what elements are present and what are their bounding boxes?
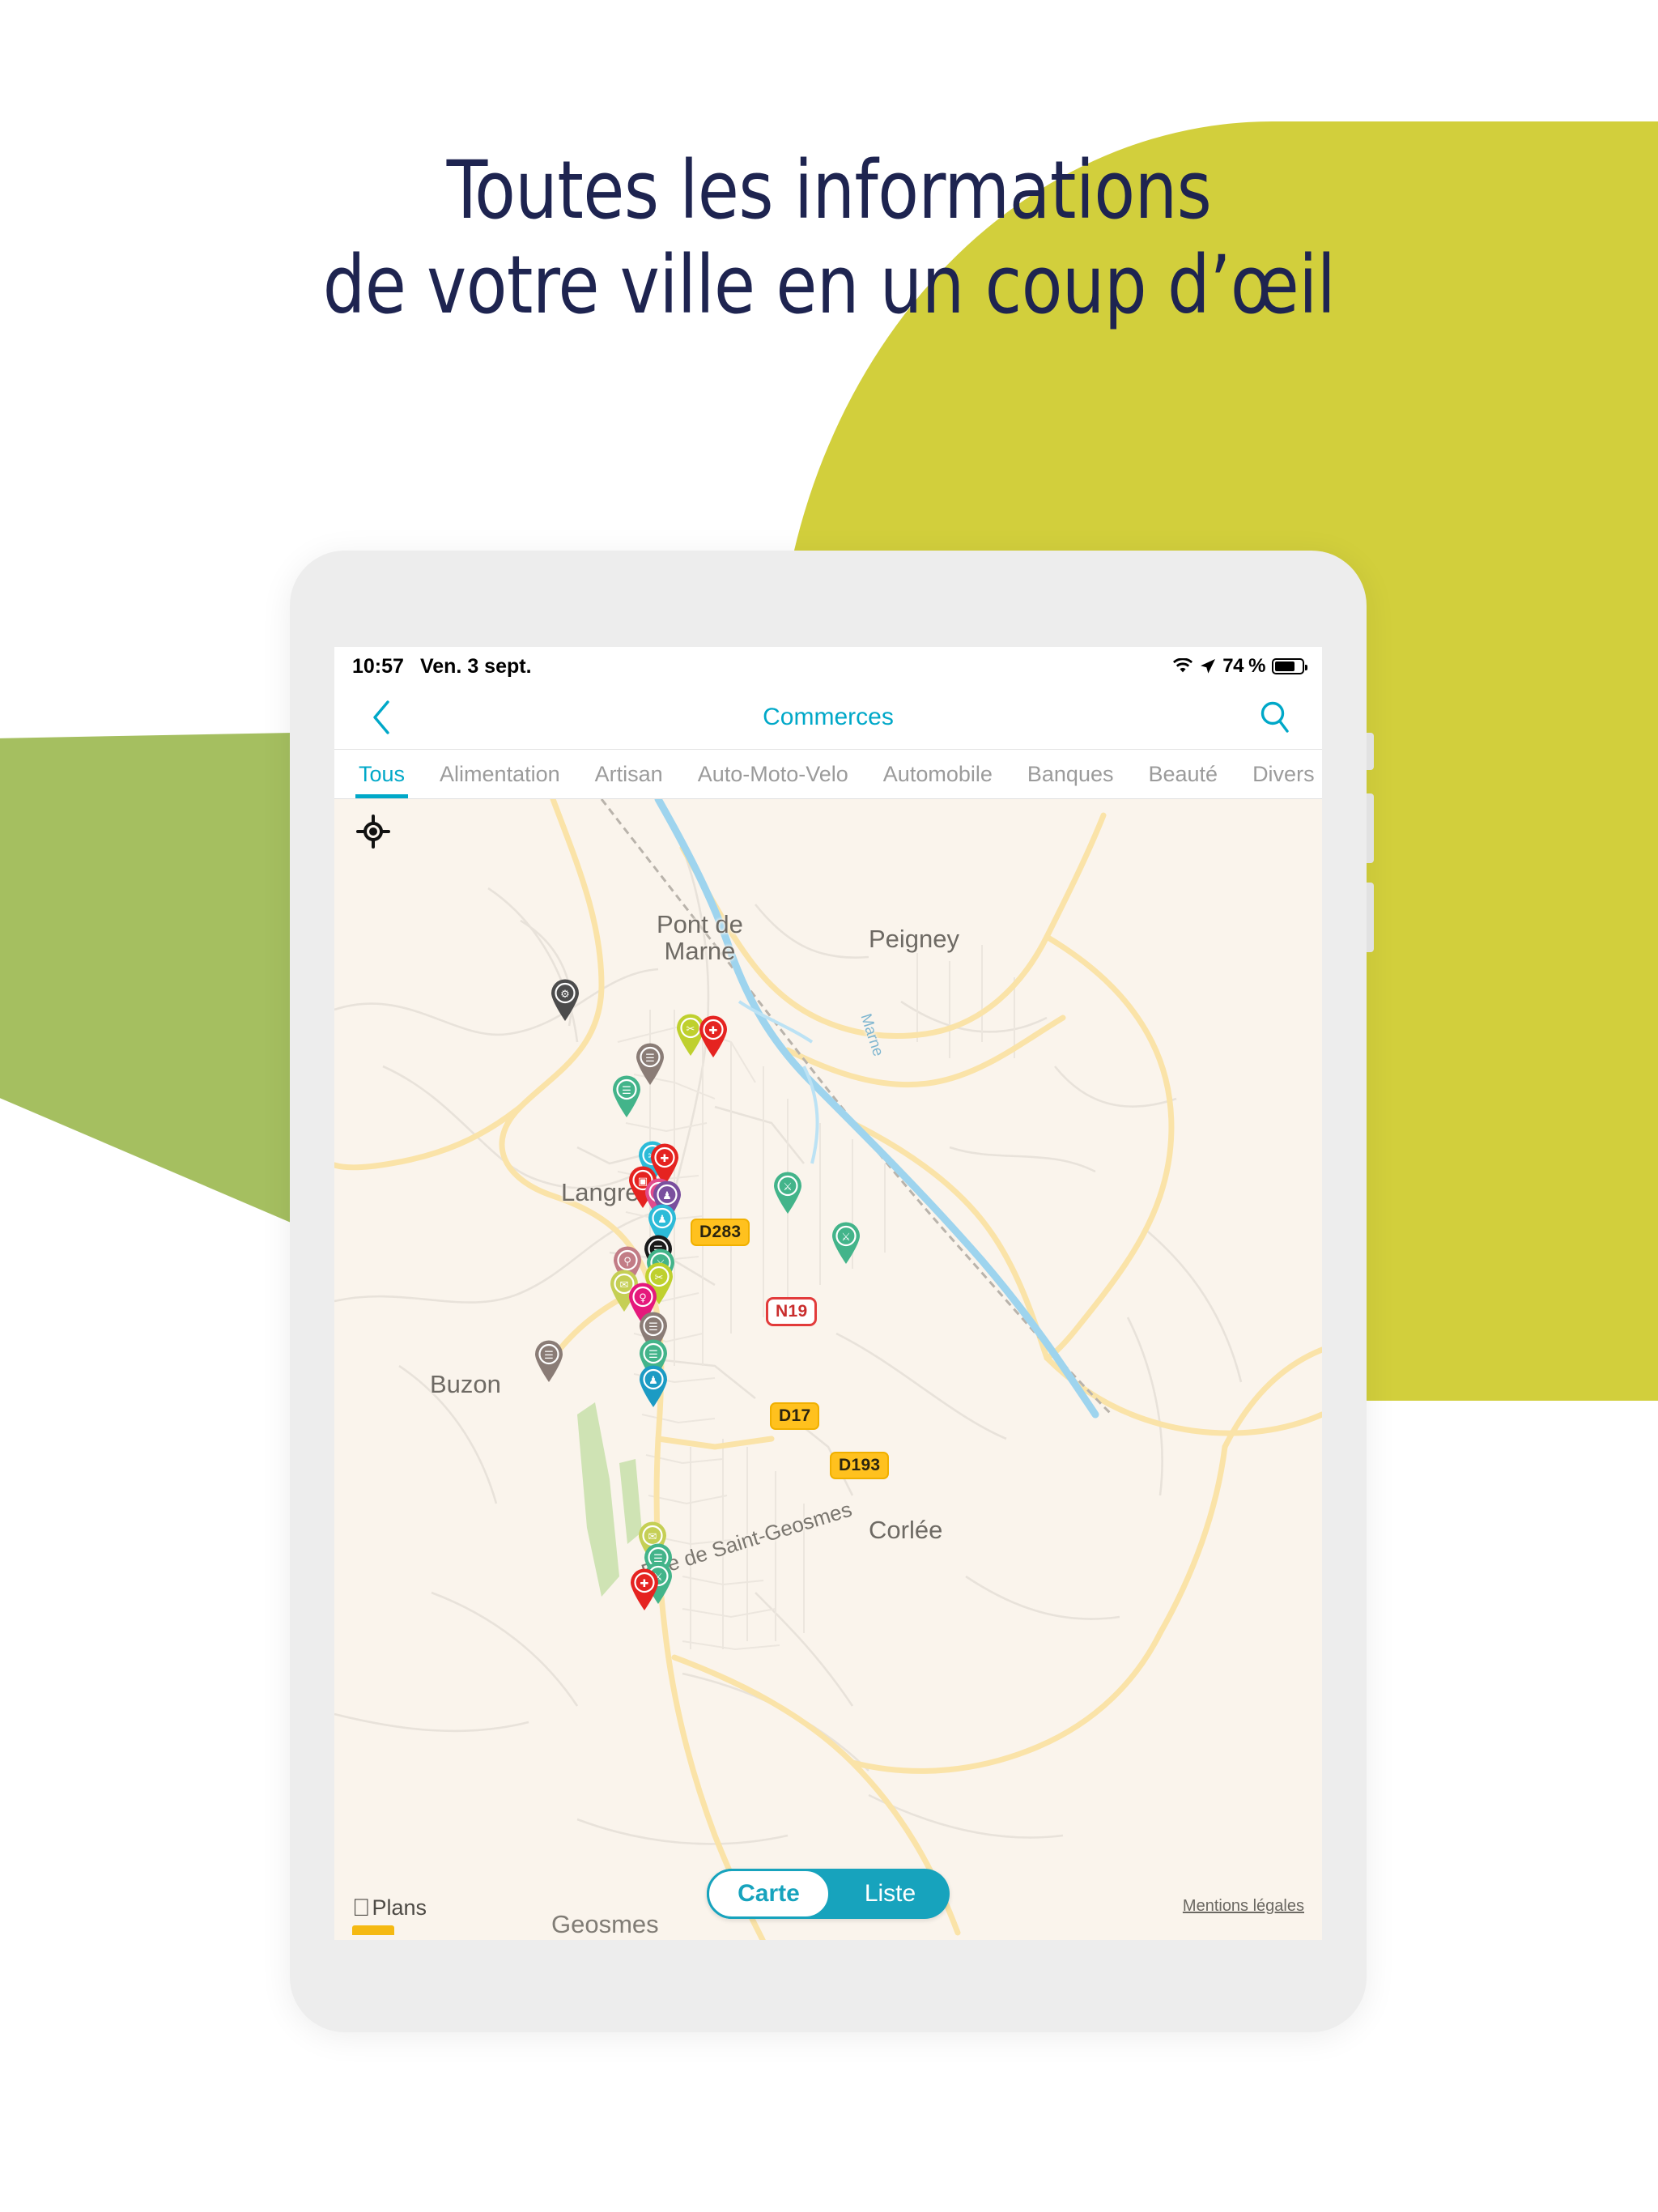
toggle-carte-button[interactable]: Carte — [707, 1869, 831, 1919]
toggle-liste-button[interactable]: Liste — [831, 1869, 950, 1919]
tab-automobile[interactable]: Automobile — [883, 750, 993, 798]
back-button[interactable] — [362, 698, 401, 737]
tab-divers[interactable]: Divers — [1252, 750, 1315, 798]
map-pin-restaurant[interactable]: ☰ — [610, 1074, 643, 1118]
svg-text:☰: ☰ — [544, 1350, 554, 1362]
apple-plans-attribution:  Plans — [352, 1895, 427, 1921]
location-arrow-icon — [1200, 658, 1216, 674]
tab-banques[interactable]: Banques — [1027, 750, 1114, 798]
road-shield-d283: D283 — [691, 1219, 750, 1246]
locate-me-button[interactable] — [355, 814, 391, 849]
scroll-indicator-bar — [352, 1925, 394, 1935]
battery-icon — [1272, 658, 1307, 674]
device-power-button[interactable] — [1367, 733, 1374, 770]
map-pin-sante[interactable]: ✚ — [697, 1015, 729, 1058]
screen-title: Commerces — [763, 704, 894, 730]
headline-line-1: Toutes les informations — [446, 144, 1212, 237]
search-icon[interactable] — [1256, 698, 1295, 737]
road-shield-n19: N19 — [766, 1297, 818, 1326]
tab-beaute[interactable]: Beauté — [1148, 750, 1218, 798]
svg-text:✉: ✉ — [648, 1531, 657, 1543]
svg-text:⚙: ⚙ — [560, 989, 570, 1001]
svg-text:♟: ♟ — [662, 1190, 672, 1202]
battery-percent-label: 74 % — [1222, 655, 1265, 677]
wifi-icon — [1172, 658, 1193, 674]
promo-stage: Toutes les informations de votre ville e… — [0, 0, 1658, 2212]
svg-text:⚔: ⚔ — [841, 1231, 851, 1244]
category-tab-bar[interactable]: Tous Alimentation Artisan Auto-Moto-Velo… — [334, 750, 1322, 799]
place-label-pont-de-marne: Pont de Marne — [657, 910, 743, 966]
status-bar-time: 10:57 — [352, 654, 404, 678]
svg-text:✚: ✚ — [661, 1153, 670, 1165]
legal-notice-link[interactable]: Mentions légales — [1183, 1897, 1304, 1916]
svg-text:⚔: ⚔ — [783, 1181, 793, 1193]
tab-tous[interactable]: Tous — [355, 750, 409, 798]
status-bar: 10:57 Ven. 3 sept. 74 % — [334, 647, 1322, 686]
status-bar-indicators: 74 % — [1172, 647, 1307, 686]
map-pin-restaurant[interactable]: ⚔ — [772, 1171, 804, 1214]
map-view[interactable]: Pont de Marne Peigney Langres Buzon Corlé… — [334, 799, 1322, 1940]
apple-logo-icon:  — [352, 1895, 371, 1921]
page-title: Toutes les informations de votre ville e… — [58, 144, 1601, 334]
headline-line-2: de votre ville en un coup d’œil — [322, 238, 1336, 332]
map-pin-sante[interactable]: ✚ — [628, 1568, 661, 1611]
road-shield-d193: D193 — [830, 1452, 890, 1479]
map-pin-divers[interactable]: ☰ — [533, 1339, 565, 1383]
svg-text:☰: ☰ — [645, 1053, 655, 1065]
map-pin-divers[interactable]: ⚙ — [549, 978, 581, 1022]
map-pin-beaute[interactable]: ♟ — [637, 1364, 670, 1408]
app-navigation-bar: Commerces — [334, 686, 1322, 750]
status-bar-date: Ven. 3 sept. — [419, 654, 532, 678]
svg-text:♟: ♟ — [648, 1375, 658, 1387]
svg-text:♀: ♀ — [639, 1292, 647, 1304]
place-label-corlee: Corlée — [869, 1516, 943, 1544]
place-label-peigney: Peigney — [869, 925, 960, 953]
map-pin-restaurant[interactable]: ⚔ — [830, 1221, 862, 1265]
svg-text:♟: ♟ — [657, 1214, 667, 1226]
apple-plans-label: Plans — [354, 1895, 427, 1920]
svg-text:⚲: ⚲ — [623, 1256, 631, 1268]
road-shield-d17: D17 — [770, 1402, 820, 1430]
svg-text:✚: ✚ — [709, 1025, 718, 1037]
place-label-geosmes: Geosmes — [551, 1910, 659, 1938]
tab-artisan[interactable]: Artisan — [595, 750, 663, 798]
map-list-toggle[interactable]: Carte Liste — [707, 1869, 950, 1919]
svg-text:☰: ☰ — [648, 1349, 658, 1361]
device-volume-up-button[interactable] — [1367, 793, 1374, 863]
device-screen: 10:57 Ven. 3 sept. 74 % Commerces Tous A… — [334, 647, 1322, 1940]
svg-text:✂: ✂ — [687, 1023, 695, 1036]
tab-auto-moto-velo[interactable]: Auto-Moto-Velo — [698, 750, 848, 798]
svg-text:☰: ☰ — [622, 1085, 631, 1097]
svg-text:✚: ✚ — [640, 1578, 649, 1590]
tablet-device-frame: 10:57 Ven. 3 sept. 74 % Commerces Tous A… — [290, 551, 1374, 2032]
svg-text:☰: ☰ — [648, 1321, 658, 1334]
device-volume-down-button[interactable] — [1367, 883, 1374, 952]
tab-alimentation[interactable]: Alimentation — [440, 750, 560, 798]
place-label-buzon: Buzon — [430, 1370, 501, 1398]
